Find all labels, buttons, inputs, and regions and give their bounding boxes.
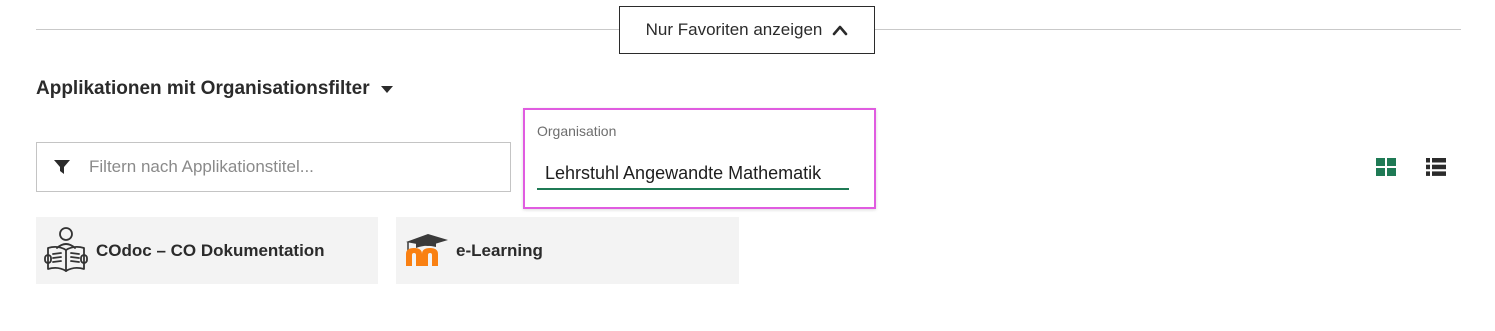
show-favorites-button[interactable]: Nur Favoriten anzeigen [619,6,875,54]
moodle-logo-icon [396,233,456,268]
list-view-icon[interactable] [1426,158,1446,181]
app-tile-codoc[interactable]: COdoc – CO Dokumentation [36,217,378,284]
organisation-label: Organisation [537,123,617,139]
app-tile-elearning[interactable]: e-Learning [396,217,739,284]
caret-down-icon [380,78,394,100]
chevron-up-icon [832,24,848,36]
grid-view-icon[interactable] [1376,158,1396,181]
app-tile-title: e-Learning [456,240,543,260]
reading-person-icon [36,226,96,276]
application-filter-input[interactable] [87,156,491,178]
show-favorites-label: Nur Favoriten anzeigen [645,20,823,39]
funnel-icon [37,158,87,176]
application-filter[interactable] [36,142,511,192]
organisation-field[interactable]: Organisation Lehrstuhl Angewandte Mathem… [523,108,876,209]
section-heading-label: Applikationen mit Organisationsfilter [36,78,370,99]
app-tile-title: COdoc – CO Dokumentation [96,240,325,260]
organisation-input[interactable]: Lehrstuhl Angewandte Mathematik [537,162,849,190]
section-heading-dropdown[interactable]: Applikationen mit Organisationsfilter [36,78,394,100]
